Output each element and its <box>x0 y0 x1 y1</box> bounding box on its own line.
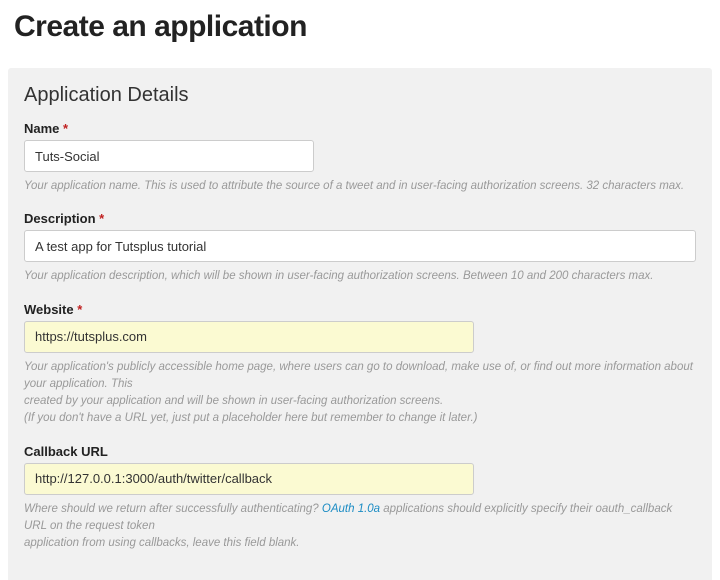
panel-title: Application Details <box>24 84 696 107</box>
name-input[interactable] <box>24 140 314 172</box>
website-label-text: Website <box>24 302 74 317</box>
description-field: Description * Your application descripti… <box>24 211 696 285</box>
description-help: Your application description, which will… <box>24 268 696 285</box>
website-required-marker: * <box>77 302 82 317</box>
callback-help: Where should we return after successfull… <box>24 501 696 553</box>
callback-help-line2: application from using callbacks, leave … <box>24 535 696 552</box>
description-required-marker: * <box>99 211 104 226</box>
description-label: Description * <box>24 211 696 226</box>
page-title: Create an application <box>14 10 720 44</box>
callback-help-line1: Where should we return after successfull… <box>24 501 696 536</box>
name-required-marker: * <box>63 121 68 136</box>
callback-label-text: Callback URL <box>24 444 108 459</box>
description-label-text: Description <box>24 211 96 226</box>
callback-field: Callback URL Where should we return afte… <box>24 444 696 553</box>
name-help: Your application name. This is used to a… <box>24 178 696 195</box>
website-field: Website * Your application's publicly ac… <box>24 302 696 428</box>
website-help-line1: Your application's publicly accessible h… <box>24 359 696 394</box>
name-field: Name * Your application name. This is us… <box>24 121 696 195</box>
callback-label: Callback URL <box>24 444 696 459</box>
callback-help-pre: Where should we return after successfull… <box>24 503 322 515</box>
oauth-link[interactable]: OAuth 1.0a <box>322 503 380 515</box>
website-help-line2: created by your application and will be … <box>24 393 696 410</box>
website-input[interactable] <box>24 321 474 353</box>
website-label: Website * <box>24 302 696 317</box>
website-help: Your application's publicly accessible h… <box>24 359 696 428</box>
description-input[interactable] <box>24 230 696 262</box>
website-help-line3: (If you don't have a URL yet, just put a… <box>24 410 696 427</box>
application-details-panel: Application Details Name * Your applicat… <box>8 68 712 580</box>
name-label-text: Name <box>24 121 59 136</box>
name-label: Name * <box>24 121 696 136</box>
callback-input[interactable] <box>24 463 474 495</box>
